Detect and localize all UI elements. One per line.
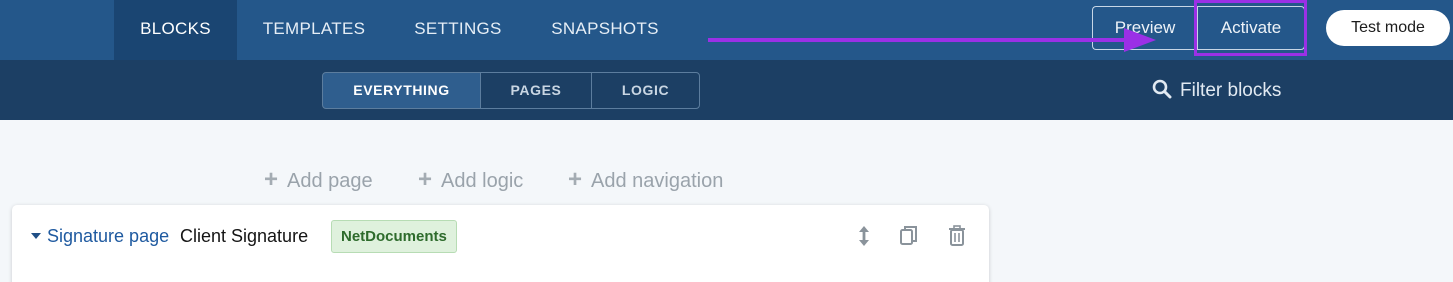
filter-logic-button[interactable]: LOGIC — [591, 72, 700, 109]
add-page-label: Add page — [287, 170, 373, 192]
add-logic-button[interactable]: + Add logic — [418, 166, 523, 194]
add-logic-label: Add logic — [441, 170, 524, 192]
add-navigation-label: Add navigation — [591, 170, 724, 192]
plus-icon: + — [264, 166, 279, 193]
caret-down-icon[interactable] — [31, 233, 41, 239]
filter-pages-button[interactable]: PAGES — [480, 72, 592, 109]
add-page-button[interactable]: + Add page — [264, 166, 373, 194]
block-title: Client Signature — [180, 226, 309, 246]
move-vertical-icon[interactable] — [857, 225, 871, 247]
filter-blocks-button[interactable]: Filter blocks — [1152, 78, 1281, 104]
top-nav: BLOCKS TEMPLATES SETTINGS SNAPSHOTS Prev… — [0, 0, 1453, 60]
plus-icon: + — [568, 166, 583, 193]
filter-blocks-label: Filter blocks — [1180, 80, 1282, 101]
add-navigation-button[interactable]: + Add navigation — [568, 166, 723, 194]
search-icon — [1152, 79, 1172, 99]
plus-icon: + — [418, 166, 433, 193]
tab-snapshots[interactable]: SNAPSHOTS — [545, 0, 665, 60]
copy-icon[interactable] — [900, 225, 918, 246]
tab-blocks[interactable]: BLOCKS — [114, 0, 237, 60]
tab-templates[interactable]: TEMPLATES — [258, 0, 370, 60]
preview-button[interactable]: Preview — [1092, 6, 1197, 50]
tab-settings[interactable]: SETTINGS — [408, 0, 508, 60]
trash-icon[interactable] — [948, 225, 966, 246]
activate-button[interactable]: Activate — [1197, 6, 1305, 50]
filter-everything-button[interactable]: EVERYTHING — [322, 72, 481, 109]
integration-tag: NetDocuments — [331, 220, 457, 253]
block-type-link[interactable]: Signature page — [47, 225, 169, 247]
block-card: Signature page Client Signature NetDocum… — [12, 205, 989, 282]
test-mode-button[interactable]: Test mode — [1326, 10, 1450, 46]
